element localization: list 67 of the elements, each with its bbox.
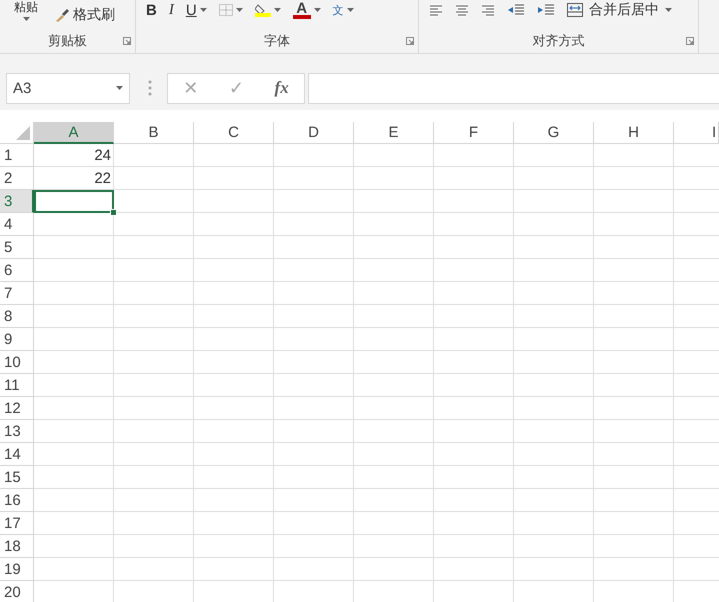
- row-header[interactable]: 3: [0, 190, 34, 213]
- group-label: 对齐方式: [532, 32, 584, 50]
- row-header[interactable]: 8: [0, 305, 34, 328]
- brush-icon: [54, 8, 70, 22]
- name-box[interactable]: A3: [6, 72, 130, 104]
- column-header[interactable]: A: [34, 122, 114, 144]
- bold-button[interactable]: B: [144, 0, 159, 20]
- format-painter-button[interactable]: 格式刷: [52, 2, 117, 28]
- column-header[interactable]: B: [114, 122, 194, 144]
- row-header[interactable]: 9: [0, 328, 34, 351]
- align-center-icon: [455, 4, 469, 16]
- caret-icon: [274, 8, 281, 12]
- paste-button[interactable]: 粘贴: [12, 0, 40, 15]
- row-header[interactable]: 5: [0, 236, 34, 259]
- column-header[interactable]: D: [274, 122, 354, 144]
- merge-cells-icon: [567, 3, 583, 17]
- table-cell[interactable]: 24: [34, 144, 114, 167]
- caret-icon: [314, 8, 321, 12]
- column-header[interactable]: G: [514, 122, 594, 144]
- caret-icon: [346, 8, 354, 12]
- dialog-launcher-icon: [686, 37, 694, 45]
- caret-icon: [116, 86, 123, 90]
- select-all-icon: [16, 126, 30, 140]
- font-color-button[interactable]: A: [290, 0, 323, 20]
- underline-button[interactable]: U: [184, 0, 209, 20]
- borders-icon: [218, 4, 233, 16]
- align-left-icon: [429, 4, 443, 16]
- row-header[interactable]: 2: [0, 167, 34, 190]
- merge-center-button[interactable]: 合并后居中: [565, 0, 674, 20]
- table-cell[interactable]: [34, 190, 114, 213]
- caret-icon: [200, 8, 207, 12]
- fill-color-icon: [254, 3, 271, 17]
- row-header[interactable]: 7: [0, 282, 34, 305]
- column-header[interactable]: E: [354, 122, 434, 144]
- group-label: 剪贴板: [48, 32, 87, 50]
- italic-button[interactable]: I: [166, 0, 176, 20]
- table-cell[interactable]: 22: [34, 167, 114, 190]
- row-header[interactable]: 16: [0, 489, 34, 512]
- dialog-launcher-icon: [123, 37, 131, 45]
- row-header[interactable]: 14: [0, 443, 34, 466]
- row-header[interactable]: 17: [0, 512, 34, 535]
- caret-icon: [22, 17, 30, 21]
- column-header[interactable]: F: [434, 122, 514, 144]
- row-header[interactable]: 18: [0, 535, 34, 558]
- row-header[interactable]: 13: [0, 420, 34, 443]
- row-header[interactable]: 19: [0, 558, 34, 581]
- align-right-icon: [481, 4, 495, 16]
- row-header[interactable]: 6: [0, 259, 34, 282]
- outdent-icon: [507, 3, 525, 17]
- drag-handle-icon: [148, 80, 152, 96]
- row-header[interactable]: 1: [0, 144, 34, 167]
- phonetic-button[interactable]: 文: [330, 0, 356, 20]
- caret-icon: [236, 8, 243, 12]
- formula-input[interactable]: [308, 72, 719, 104]
- group-label: 字体: [264, 32, 290, 50]
- column-header[interactable]: H: [594, 122, 674, 144]
- indent-icon: [537, 3, 555, 17]
- row-header[interactable]: 15: [0, 466, 34, 489]
- caret-icon: [665, 8, 672, 12]
- row-header[interactable]: 10: [0, 351, 34, 374]
- column-header[interactable]: I: [674, 122, 719, 144]
- insert-function-button[interactable]: fx: [274, 78, 289, 98]
- column-header[interactable]: C: [194, 122, 274, 144]
- row-header[interactable]: 11: [0, 374, 34, 397]
- row-header[interactable]: 4: [0, 213, 34, 236]
- row-header[interactable]: 12: [0, 397, 34, 420]
- dialog-launcher-icon: [406, 37, 414, 45]
